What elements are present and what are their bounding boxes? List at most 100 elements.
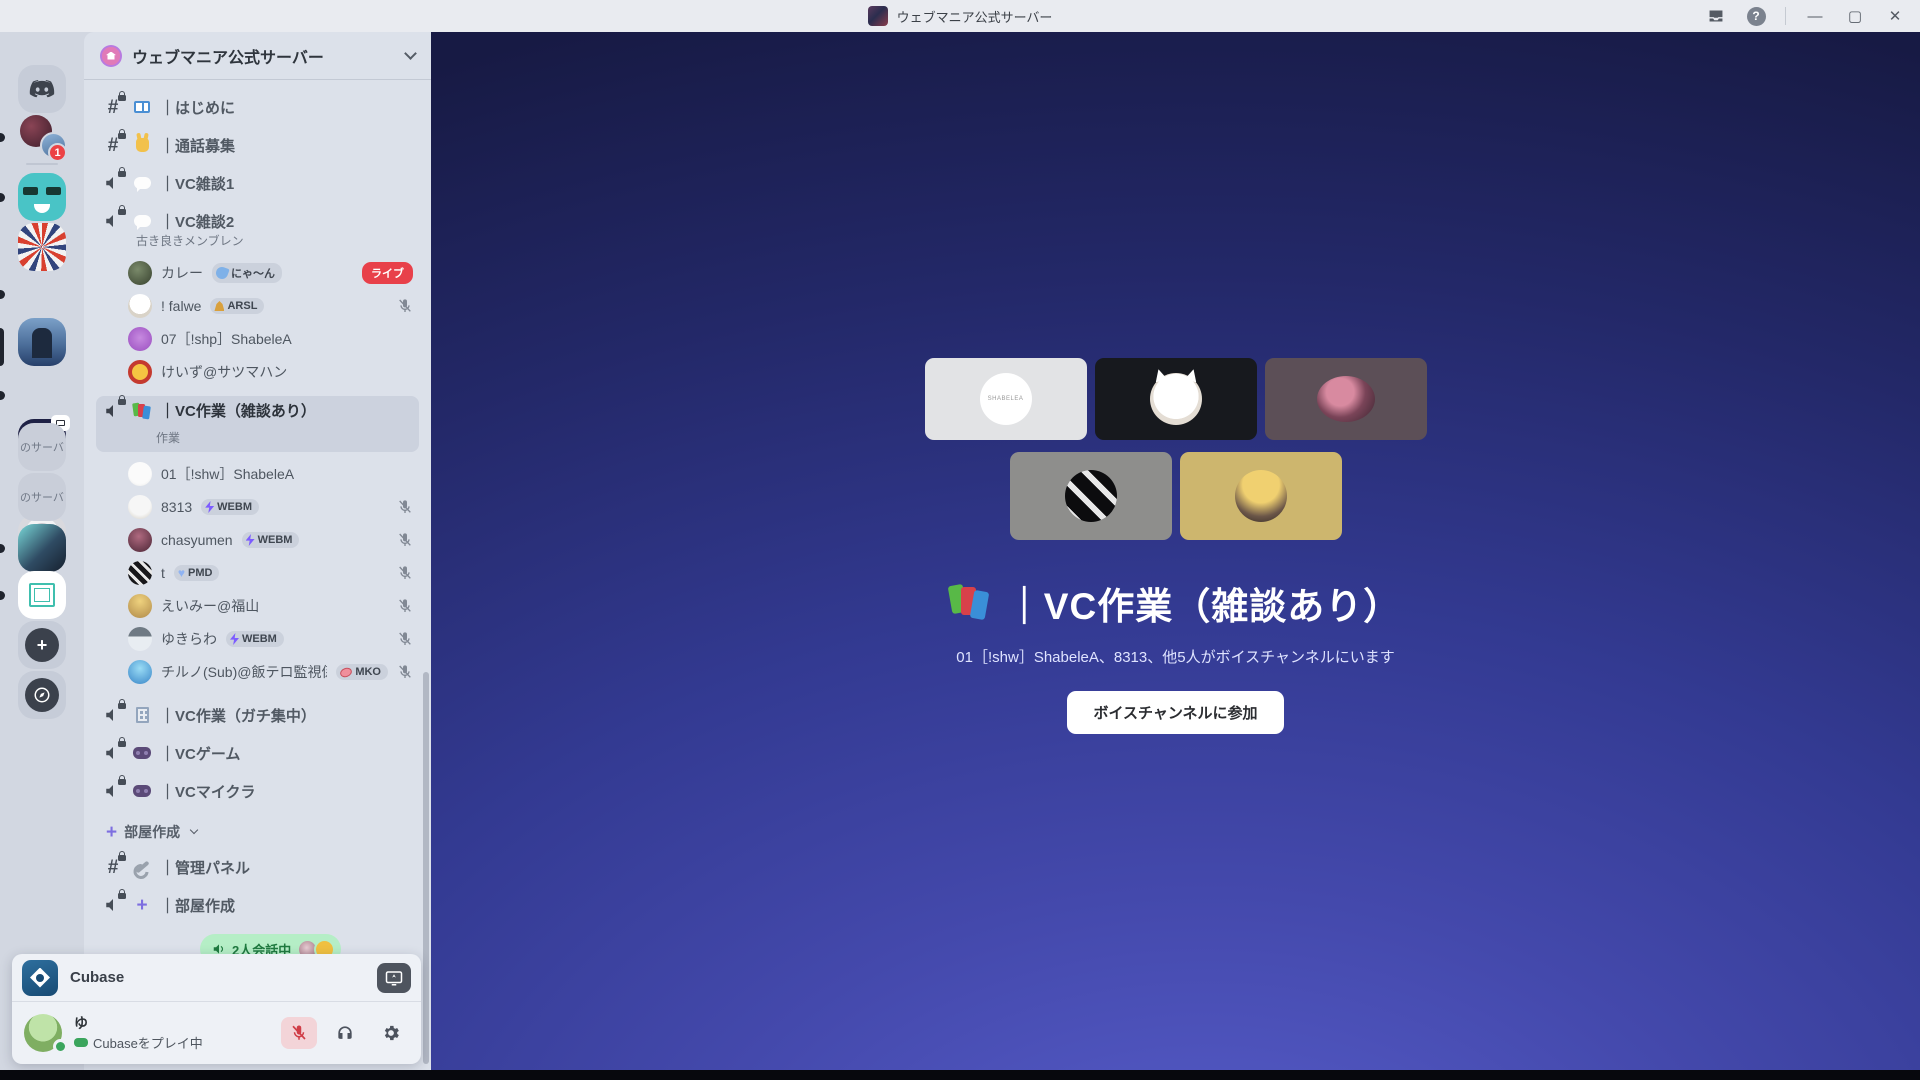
channel-heya-sakusei[interactable]: + ｜部屋作成 — [96, 890, 419, 920]
server-icon-easel[interactable] — [18, 571, 66, 619]
mic-mute-button[interactable] — [281, 1017, 317, 1049]
maximize-button[interactable]: ▢ — [1838, 3, 1872, 29]
speaker-lock-icon — [102, 706, 124, 724]
voice-user-row[interactable]: 01［!shw］ShabeleA — [128, 460, 413, 488]
explore-servers-button[interactable] — [18, 671, 66, 719]
channel-list: # ｜はじめに # ｜通話募集 ｜VC雑談1 — [84, 80, 431, 990]
channel-label: ｜部屋作成 — [160, 895, 235, 916]
building-emoji-icon — [132, 707, 152, 723]
voice-user-name: 07［!shp］ShabeleA — [161, 329, 292, 349]
close-button[interactable]: ✕ — [1878, 3, 1912, 29]
controller-emoji-icon — [132, 785, 152, 797]
rail-divider — [26, 163, 58, 165]
avatar — [1150, 373, 1202, 425]
server-icon-art[interactable] — [18, 223, 66, 271]
channel-hajimeni[interactable]: # ｜はじめに — [96, 92, 419, 122]
titlebar-divider — [1785, 7, 1786, 25]
participant-tile[interactable]: SHABELEA — [925, 358, 1087, 440]
voice-user-row[interactable]: t ♥PMD — [128, 559, 413, 587]
voice-user-row[interactable]: 8313 WEBM — [128, 493, 413, 521]
unread-dot — [0, 544, 5, 553]
voice-user-row[interactable]: 07［!shp］ShabeleA — [128, 325, 413, 353]
activity-row: Cubase — [12, 954, 421, 1002]
server-folder[interactable]: のサーバ — [18, 473, 66, 521]
dm-cluster[interactable]: 1 — [18, 115, 66, 163]
voice-user-row[interactable]: えいみー@福山 — [128, 592, 413, 620]
lightning-icon — [246, 534, 255, 546]
avatar — [128, 660, 152, 684]
voice-user-row[interactable]: チルノ(Sub)@飯テロ監視係 MKO — [128, 658, 413, 686]
me-row[interactable]: ゆ Cubaseをプレイ中 — [12, 1002, 421, 1063]
window-title: ウェブマニア公式サーバー — [897, 7, 1053, 26]
add-server-button[interactable]: + — [18, 621, 66, 669]
plus-icon: + — [106, 823, 117, 842]
dm-unread-badge: 1 — [48, 143, 67, 162]
stream-share-button[interactable] — [377, 963, 411, 993]
user-tag-badge: ♥PMD — [174, 565, 220, 581]
books-emoji-icon — [950, 585, 990, 621]
voice-user-row[interactable]: ! falwe ARSL — [128, 292, 413, 320]
cubase-logo-icon — [22, 960, 58, 996]
participant-tile[interactable] — [1180, 452, 1342, 540]
avatar — [128, 561, 152, 585]
channel-vc-game[interactable]: ｜VCゲーム — [96, 738, 419, 768]
channel-vc-zatsudan1[interactable]: ｜VC雑談1 — [96, 168, 419, 198]
mic-muted-icon — [397, 598, 413, 614]
hash-lock-icon: # — [102, 858, 124, 877]
participant-tile[interactable] — [1265, 358, 1427, 440]
deafen-button[interactable] — [327, 1017, 363, 1049]
channel-vc-sagyo-zatsudan-selected[interactable]: ｜VC作業（雑談あり） 作業 — [96, 396, 419, 452]
settings-gear-button[interactable] — [373, 1017, 409, 1049]
wrench-emoji-icon — [132, 865, 152, 869]
server-icon-teal[interactable] — [18, 173, 66, 221]
join-voice-button[interactable]: ボイスチャンネルに参加 — [1067, 691, 1283, 734]
channel-vc-minecraft[interactable]: ｜VCマイクラ — [96, 776, 419, 806]
user-panel: Cubase ゆ Cubaseをプレイ中 — [12, 954, 421, 1064]
server-icon-miku[interactable] — [18, 524, 66, 572]
avatar — [1317, 376, 1375, 422]
help-icon[interactable]: ? — [1739, 3, 1773, 29]
speech-bubble-emoji-icon — [132, 215, 152, 227]
unread-dot — [0, 193, 5, 202]
server-header[interactable]: ウェブマニア公式サーバー — [84, 32, 431, 80]
channel-label: ｜VC雑談1 — [160, 173, 234, 194]
username: ゆ — [74, 1013, 271, 1033]
participant-tile[interactable] — [1095, 358, 1257, 440]
speaker-lock-icon — [102, 782, 124, 800]
selected-server-pill — [0, 328, 4, 366]
participant-tile[interactable] — [1010, 452, 1172, 540]
speaker-lock-icon — [102, 174, 124, 192]
channel-status-text: 古き良きメンブレン — [136, 232, 419, 249]
live-badge: ライブ — [362, 262, 413, 284]
user-tag-badge: WEBM — [226, 631, 284, 647]
channel-vc-sagyo-gachi[interactable]: ｜VC作業（ガチ集中） — [96, 700, 419, 730]
channel-kanri-panel[interactable]: # ｜管理パネル — [96, 852, 419, 882]
server-app-icon — [868, 6, 888, 26]
books-emoji-icon — [132, 403, 152, 419]
screen-edge — [0, 1070, 1920, 1080]
channel-tsuwabosyu[interactable]: # ｜通話募集 — [96, 130, 419, 160]
server-icon-suit[interactable] — [18, 318, 66, 366]
heart-icon: ♥ — [178, 567, 185, 579]
avatar — [128, 627, 152, 651]
minimize-button[interactable]: — — [1798, 3, 1832, 29]
channel-label: ｜管理パネル — [160, 857, 250, 878]
voice-user-row[interactable]: カレー にゃ～ん ライブ — [128, 259, 413, 287]
voice-user-row[interactable]: chasyumen WEBM — [128, 526, 413, 554]
sidebar-scrollbar[interactable] — [423, 672, 429, 1064]
voice-user-row[interactable]: けいず@サツマハン — [128, 358, 413, 386]
petal-icon — [339, 666, 353, 679]
voice-channel-title: ｜VC作業（雑談あり） — [1006, 576, 1401, 630]
channel-status-text: 作業 — [156, 429, 413, 446]
unread-dot — [0, 290, 5, 299]
home-button[interactable] — [18, 65, 66, 113]
server-folder[interactable]: のサーバ — [18, 423, 66, 471]
category-heya-sakusei[interactable]: + 部屋作成 — [106, 822, 409, 842]
voice-user-row[interactable]: ゆきらわ WEBM — [128, 625, 413, 653]
speaker-lock-icon — [102, 896, 124, 914]
user-tag-badge: WEBM — [242, 532, 300, 548]
speech-bubble-emoji-icon — [132, 177, 152, 189]
mic-muted-icon — [397, 298, 413, 314]
inbox-icon[interactable] — [1699, 3, 1733, 29]
category-label: 部屋作成 — [124, 822, 180, 842]
